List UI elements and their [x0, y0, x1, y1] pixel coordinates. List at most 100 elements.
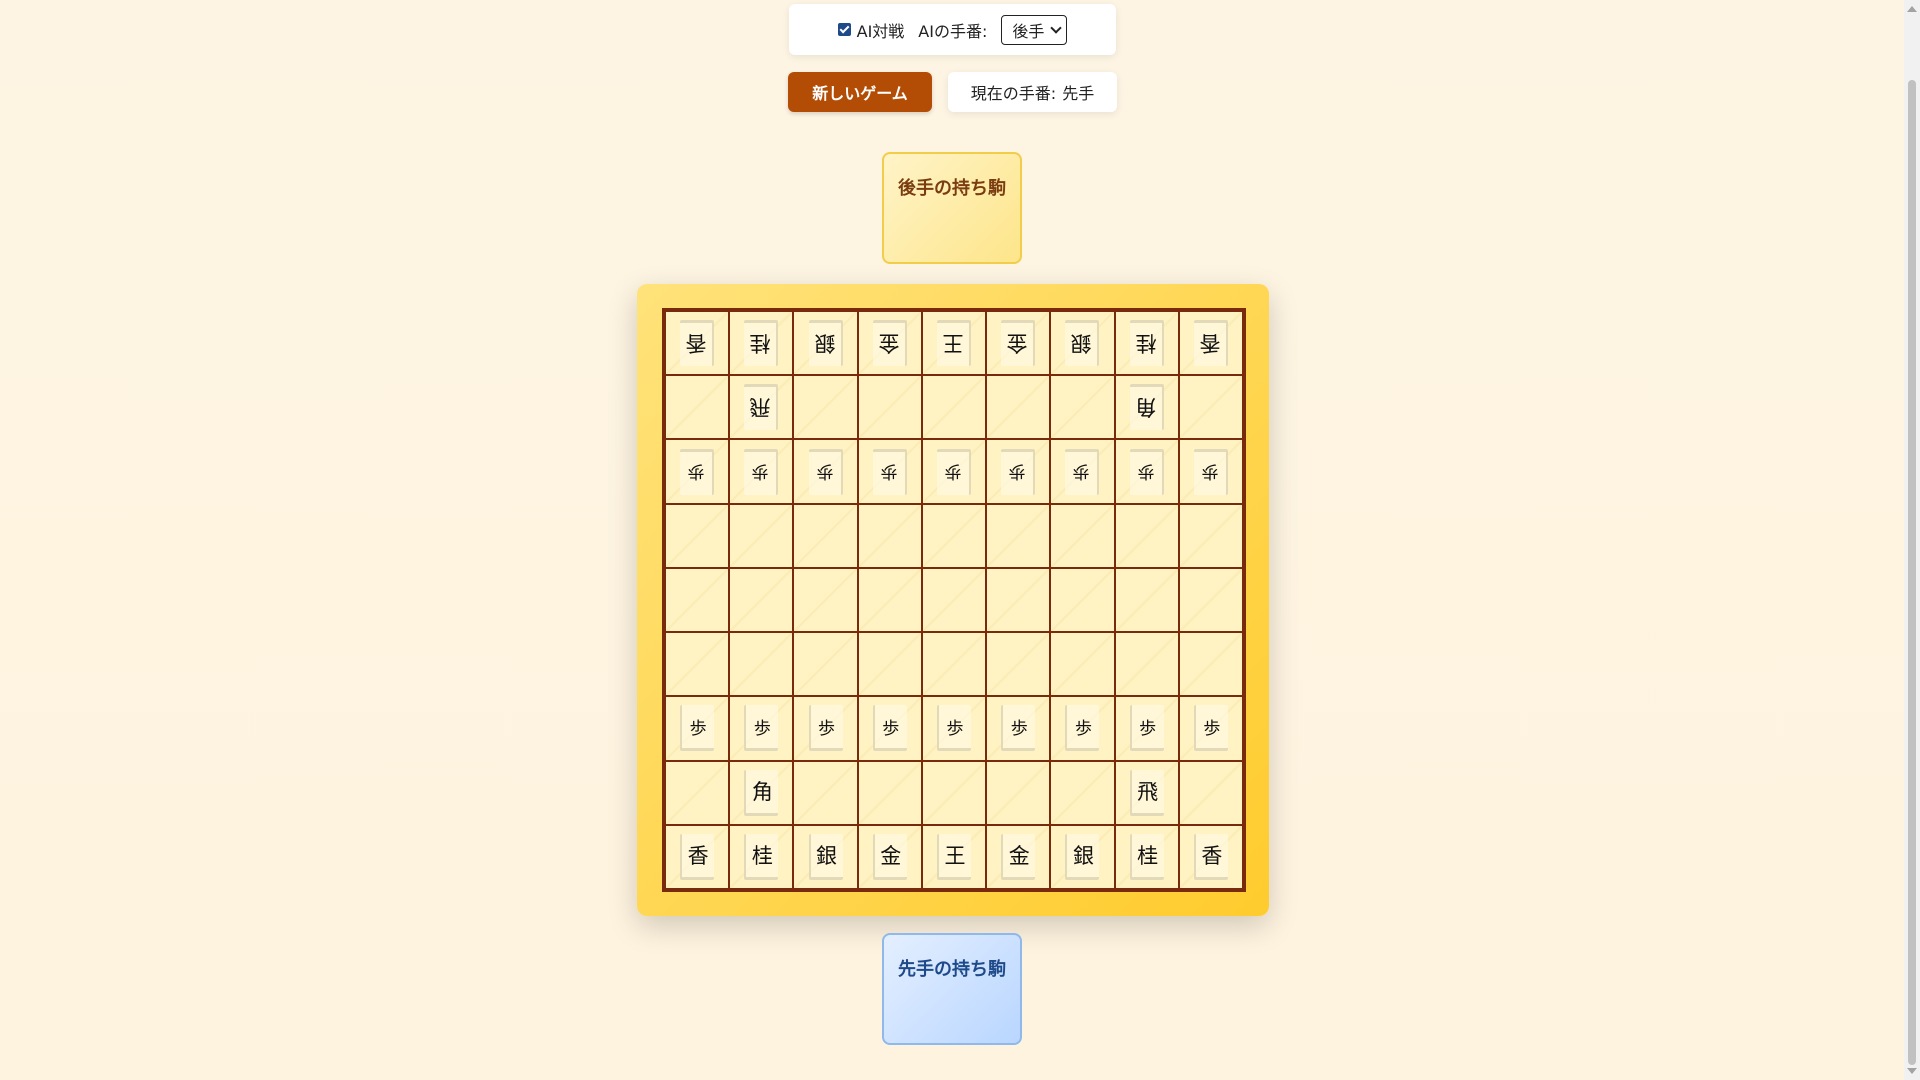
sente-piece[interactable]: 桂: [1129, 833, 1164, 880]
sente-piece[interactable]: 歩: [1001, 705, 1036, 752]
gote-piece[interactable]: 歩: [936, 448, 971, 495]
gote-piece[interactable]: 歩: [808, 448, 843, 495]
sente-hand-area[interactable]: 先手の持ち駒: [882, 933, 1022, 1045]
gote-piece[interactable]: 歩: [872, 448, 907, 495]
sente-piece[interactable]: 銀: [808, 833, 843, 880]
board-cell[interactable]: 角: [730, 761, 793, 824]
board-cell[interactable]: 歩: [666, 440, 729, 503]
board-cell[interactable]: 金: [987, 312, 1050, 375]
sente-piece[interactable]: 金: [872, 833, 907, 880]
board-cell[interactable]: 歩: [1051, 697, 1114, 760]
scroll-thumb[interactable]: [1908, 80, 1916, 1065]
board-cell[interactable]: [1179, 761, 1242, 824]
sente-piece[interactable]: 歩: [744, 705, 779, 752]
board-cell[interactable]: [1115, 504, 1178, 567]
board-cell[interactable]: 銀: [1051, 825, 1114, 888]
sente-piece[interactable]: 銀: [1065, 833, 1100, 880]
board-cell[interactable]: 歩: [1051, 440, 1114, 503]
sente-piece[interactable]: 香: [680, 833, 715, 880]
gote-piece[interactable]: 王: [936, 320, 971, 367]
gote-piece[interactable]: 桂: [744, 320, 779, 367]
board-cell[interactable]: 銀: [1051, 312, 1114, 375]
board-cell[interactable]: 金: [858, 825, 921, 888]
board-cell[interactable]: [794, 568, 857, 632]
board-cell[interactable]: [666, 633, 729, 696]
board-cell[interactable]: 歩: [794, 440, 857, 503]
sente-piece[interactable]: 歩: [1129, 705, 1164, 752]
sente-piece[interactable]: 飛: [1129, 769, 1164, 816]
sente-piece[interactable]: 歩: [808, 705, 843, 752]
sente-piece[interactable]: 歩: [1193, 705, 1228, 752]
board-cell[interactable]: 歩: [1115, 697, 1178, 760]
gote-piece[interactable]: 金: [872, 320, 907, 367]
board-cell[interactable]: 銀: [794, 825, 857, 888]
scroll-down-icon[interactable]: [1907, 1068, 1917, 1074]
board-cell[interactable]: 歩: [922, 440, 986, 503]
board-cell[interactable]: [1051, 504, 1114, 567]
gote-piece[interactable]: 香: [680, 320, 715, 367]
gote-piece[interactable]: 歩: [1065, 448, 1100, 495]
sente-piece[interactable]: 歩: [936, 705, 971, 752]
board-cell[interactable]: 歩: [1115, 440, 1178, 503]
board-cell[interactable]: 香: [1179, 825, 1242, 888]
board-cell[interactable]: 歩: [666, 697, 729, 760]
sente-piece[interactable]: 王: [936, 833, 971, 880]
board-cell[interactable]: [666, 568, 729, 632]
gote-piece[interactable]: 歩: [1001, 448, 1036, 495]
board-cell[interactable]: [1179, 504, 1242, 567]
board-cell[interactable]: [666, 504, 729, 567]
board-cell[interactable]: [922, 568, 986, 632]
gote-piece[interactable]: 銀: [1065, 320, 1100, 367]
board-cell[interactable]: 歩: [922, 697, 986, 760]
gote-piece[interactable]: 歩: [680, 448, 715, 495]
board-cell[interactable]: [858, 568, 921, 632]
board-cell[interactable]: [730, 633, 793, 696]
board-cell[interactable]: 飛: [1115, 761, 1178, 824]
board-cell[interactable]: 香: [666, 312, 729, 375]
scroll-up-icon[interactable]: [1907, 6, 1917, 12]
sente-piece[interactable]: 歩: [872, 705, 907, 752]
board-cell[interactable]: [666, 376, 729, 439]
board-cell[interactable]: 王: [922, 825, 986, 888]
board-cell[interactable]: [858, 633, 921, 696]
gote-piece[interactable]: 角: [1129, 384, 1164, 431]
sente-piece[interactable]: 角: [744, 769, 779, 816]
board-cell[interactable]: 桂: [1115, 825, 1178, 888]
gote-piece[interactable]: 歩: [744, 448, 779, 495]
board-cell[interactable]: [922, 761, 986, 824]
board-cell[interactable]: 角: [1115, 376, 1178, 439]
board-cell[interactable]: 歩: [858, 697, 921, 760]
board-cell[interactable]: 銀: [794, 312, 857, 375]
ai-toggle[interactable]: AI対戦: [837, 18, 904, 42]
board-cell[interactable]: 歩: [987, 440, 1050, 503]
sente-piece[interactable]: 香: [1193, 833, 1228, 880]
board-cell[interactable]: 歩: [858, 440, 921, 503]
board-cell[interactable]: [794, 504, 857, 567]
sente-piece[interactable]: 歩: [1065, 705, 1100, 752]
gote-piece[interactable]: 歩: [1129, 448, 1164, 495]
board-cell[interactable]: [794, 633, 857, 696]
board-cell[interactable]: [858, 376, 921, 439]
board-cell[interactable]: 飛: [730, 376, 793, 439]
sente-piece[interactable]: 金: [1001, 833, 1036, 880]
gote-hand-area[interactable]: 後手の持ち駒: [882, 152, 1022, 264]
board-cell[interactable]: [1179, 568, 1242, 632]
gote-piece[interactable]: 香: [1193, 320, 1228, 367]
board-cell[interactable]: 香: [666, 825, 729, 888]
scrollbar[interactable]: [1904, 0, 1920, 1080]
board-cell[interactable]: [730, 568, 793, 632]
board-cell[interactable]: 歩: [794, 697, 857, 760]
board-cell[interactable]: 歩: [1179, 697, 1242, 760]
board-cell[interactable]: 桂: [1115, 312, 1178, 375]
board-cell[interactable]: [1115, 568, 1178, 632]
board-cell[interactable]: [922, 633, 986, 696]
board-cell[interactable]: 桂: [730, 825, 793, 888]
board-cell[interactable]: [1179, 376, 1242, 439]
board-cell[interactable]: [987, 633, 1050, 696]
new-game-button[interactable]: 新しいゲーム: [788, 72, 932, 112]
board-cell[interactable]: 歩: [1179, 440, 1242, 503]
board-cell[interactable]: 香: [1179, 312, 1242, 375]
board-cell[interactable]: [1051, 633, 1114, 696]
board-cell[interactable]: [987, 761, 1050, 824]
board-cell[interactable]: 桂: [730, 312, 793, 375]
